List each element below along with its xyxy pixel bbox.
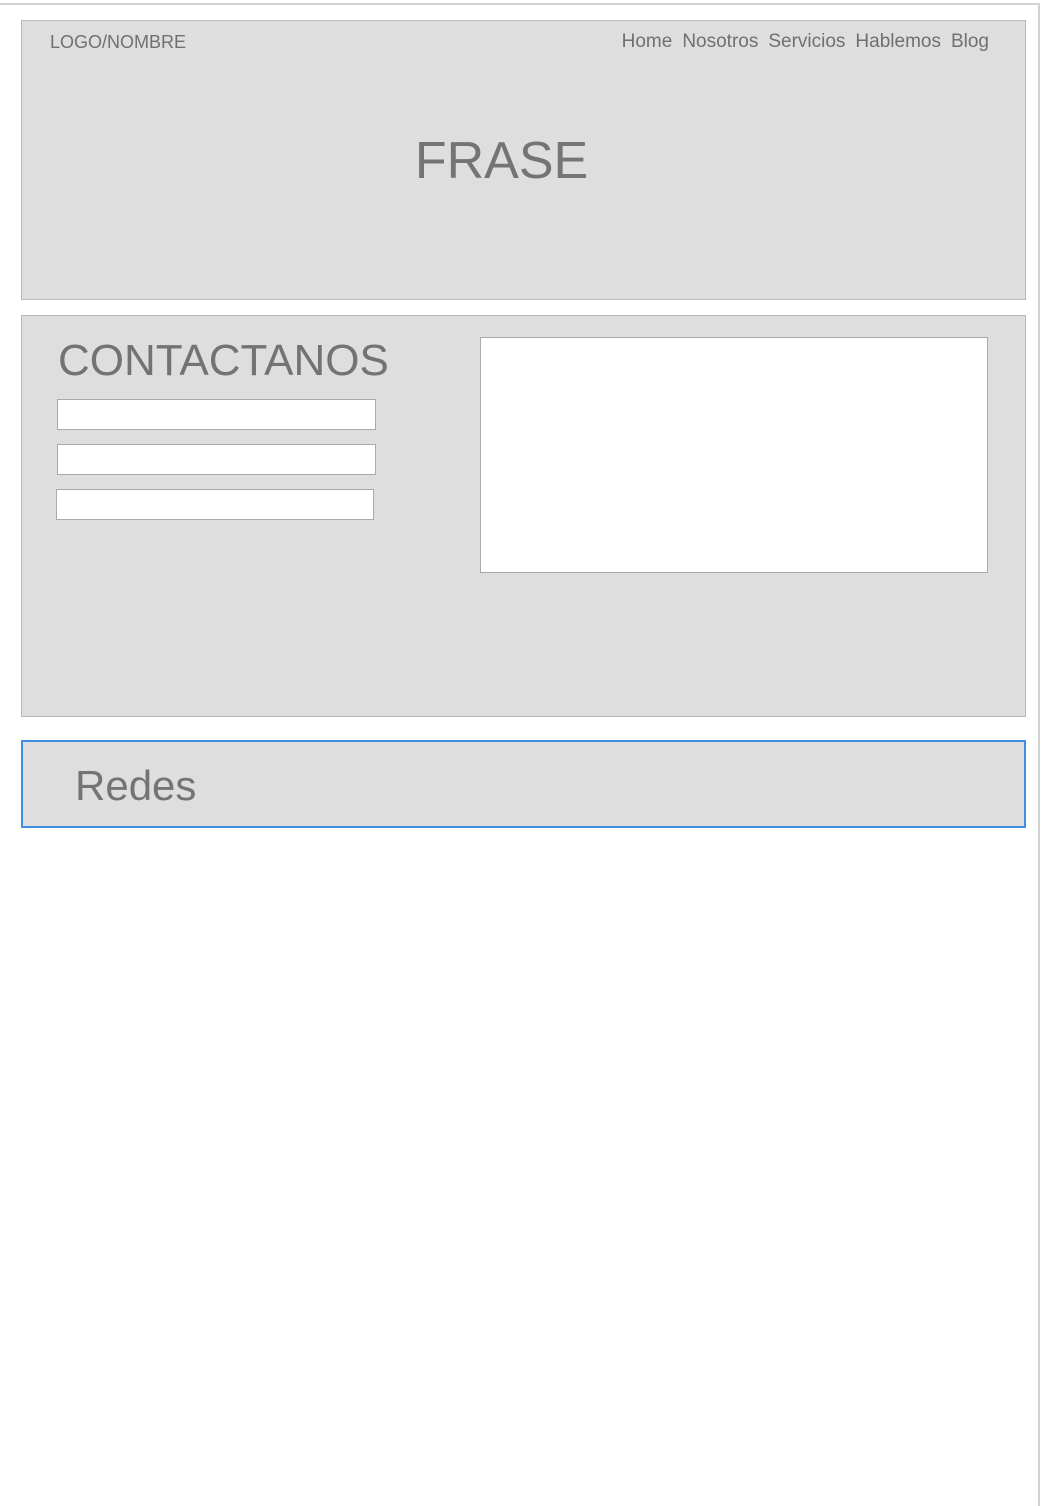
contact-field-1[interactable] — [57, 399, 376, 430]
main-navigation: Home Nosotros Servicios Hablemos Blog — [622, 31, 989, 53]
hero-phrase: FRASE — [414, 132, 589, 190]
social-title: Redes — [75, 762, 197, 809]
nav-nosotros[interactable]: Nosotros — [682, 31, 758, 53]
nav-blog[interactable]: Blog — [951, 31, 989, 53]
canvas-right-edge — [1038, 3, 1040, 1506]
social-section[interactable]: Redes — [21, 740, 1026, 828]
nav-home[interactable]: Home — [622, 31, 673, 53]
contact-field-2[interactable] — [57, 444, 376, 475]
logo-name[interactable]: LOGO/NOMBRE — [50, 32, 186, 53]
contact-field-3[interactable] — [56, 489, 374, 520]
wireframe-page: LOGO/NOMBRE Home Nosotros Servicios Habl… — [0, 0, 1047, 1506]
hero-section: LOGO/NOMBRE Home Nosotros Servicios Habl… — [21, 20, 1026, 300]
contact-title: CONTACTANOS — [58, 336, 389, 385]
nav-hablemos[interactable]: Hablemos — [855, 31, 941, 53]
canvas-top-edge — [0, 3, 1040, 5]
contact-section: CONTACTANOS — [21, 315, 1026, 717]
nav-servicios[interactable]: Servicios — [768, 31, 845, 53]
contact-message-box[interactable] — [480, 337, 988, 573]
